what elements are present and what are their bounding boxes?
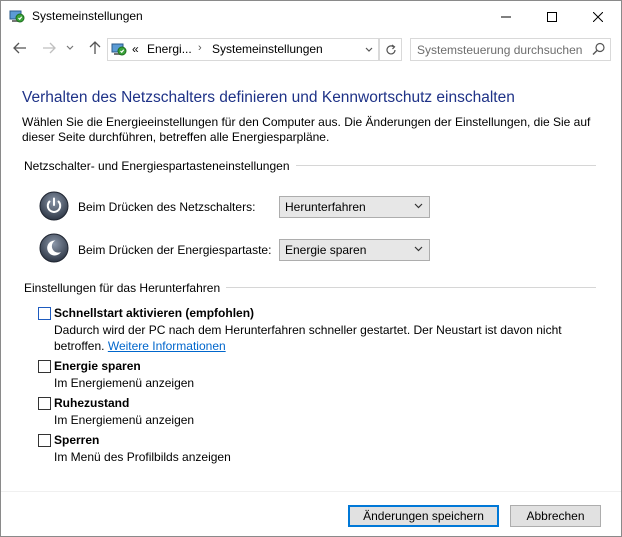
- forward-button[interactable]: [39, 40, 59, 56]
- chevron-down-icon: [365, 47, 372, 52]
- arrow-left-icon: [13, 42, 26, 54]
- power-options-icon: [111, 41, 127, 57]
- arrow-right-icon: [43, 42, 56, 54]
- close-button[interactable]: [575, 1, 621, 32]
- search-input[interactable]: [411, 39, 587, 59]
- page-description: Wählen Sie die Energieeinstellungen für …: [22, 115, 591, 144]
- page-title: Verhalten des Netzschalters definieren u…: [22, 89, 515, 106]
- sleep-button-action-value: Energie sparen: [285, 243, 367, 257]
- power-group-title: Netzschalter- und Energiespartasteneinst…: [24, 159, 296, 173]
- sleep-menu-label[interactable]: Energie sparen: [54, 359, 141, 373]
- sleep-button-action-select[interactable]: Energie sparen: [279, 239, 430, 261]
- power-button-icon: [39, 191, 69, 221]
- back-button[interactable]: [10, 40, 30, 56]
- lock-checkbox[interactable]: [38, 434, 51, 447]
- power-button-action-select[interactable]: Herunterfahren: [279, 196, 430, 218]
- chevron-down-icon: [414, 246, 423, 252]
- search-box[interactable]: [410, 38, 611, 61]
- sleep-button-label: Beim Drücken der Energiespartaste:: [78, 243, 272, 257]
- arrow-up-icon: [89, 41, 101, 54]
- up-button[interactable]: [85, 40, 105, 56]
- fast-startup-checkbox[interactable]: [38, 307, 51, 320]
- sleep-menu-description: Im Energiemenü anzeigen: [54, 376, 195, 390]
- chevron-down-icon: [66, 45, 74, 50]
- breadcrumb-separator-icon[interactable]: ›: [198, 42, 202, 54]
- control-panel-window: Systemeinstellungen « Energi... › System…: [0, 0, 622, 537]
- chevron-down-icon: [414, 203, 423, 209]
- address-dropdown-button[interactable]: [359, 39, 378, 60]
- close-icon: [593, 11, 603, 22]
- hibernate-label[interactable]: Ruhezustand: [54, 396, 129, 410]
- lock-description: Im Menü des Profilbilds anzeigen: [54, 450, 231, 464]
- window-title: Systemeinstellungen: [32, 9, 143, 23]
- more-info-link[interactable]: Weitere Informationen: [108, 339, 226, 353]
- shutdown-group-title: Einstellungen für das Herunterfahren: [24, 281, 227, 295]
- search-icon[interactable]: [592, 42, 606, 59]
- lock-label[interactable]: Sperren: [54, 433, 99, 447]
- refresh-icon: [385, 44, 396, 54]
- breadcrumb-item-power[interactable]: Energi...: [147, 42, 192, 56]
- save-changes-button[interactable]: Änderungen speichern: [348, 505, 499, 527]
- refresh-button[interactable]: [379, 38, 402, 61]
- sleep-menu-checkbox[interactable]: [38, 360, 51, 373]
- recent-locations-button[interactable]: [64, 40, 76, 56]
- fast-startup-label[interactable]: Schnellstart aktivieren (empfohlen): [54, 306, 254, 320]
- address-bar[interactable]: « Energi... › Systemeinstellungen: [107, 38, 379, 61]
- footer-divider: [1, 491, 621, 492]
- sleep-button-icon: [39, 233, 69, 263]
- power-options-icon: [9, 8, 25, 24]
- breadcrumb-item-system-settings[interactable]: Systemeinstellungen: [212, 42, 323, 56]
- power-button-action-value: Herunterfahren: [285, 200, 366, 214]
- fast-startup-description: Dadurch wird der PC nach dem Herunterfah…: [54, 322, 574, 354]
- hibernate-description: Im Energiemenü anzeigen: [54, 413, 195, 427]
- hibernate-checkbox[interactable]: [38, 397, 51, 410]
- power-button-label: Beim Drücken des Netzschalters:: [78, 200, 256, 214]
- title-bar: Systemeinstellungen: [1, 1, 621, 32]
- maximize-icon: [547, 11, 557, 22]
- breadcrumb-overflow[interactable]: «: [132, 42, 139, 56]
- minimize-button[interactable]: [483, 1, 529, 32]
- navigation-bar: « Energi... › Systemeinstellungen: [1, 32, 621, 64]
- maximize-button[interactable]: [529, 1, 575, 32]
- cancel-button[interactable]: Abbrechen: [510, 505, 601, 527]
- minimize-icon: [501, 16, 511, 17]
